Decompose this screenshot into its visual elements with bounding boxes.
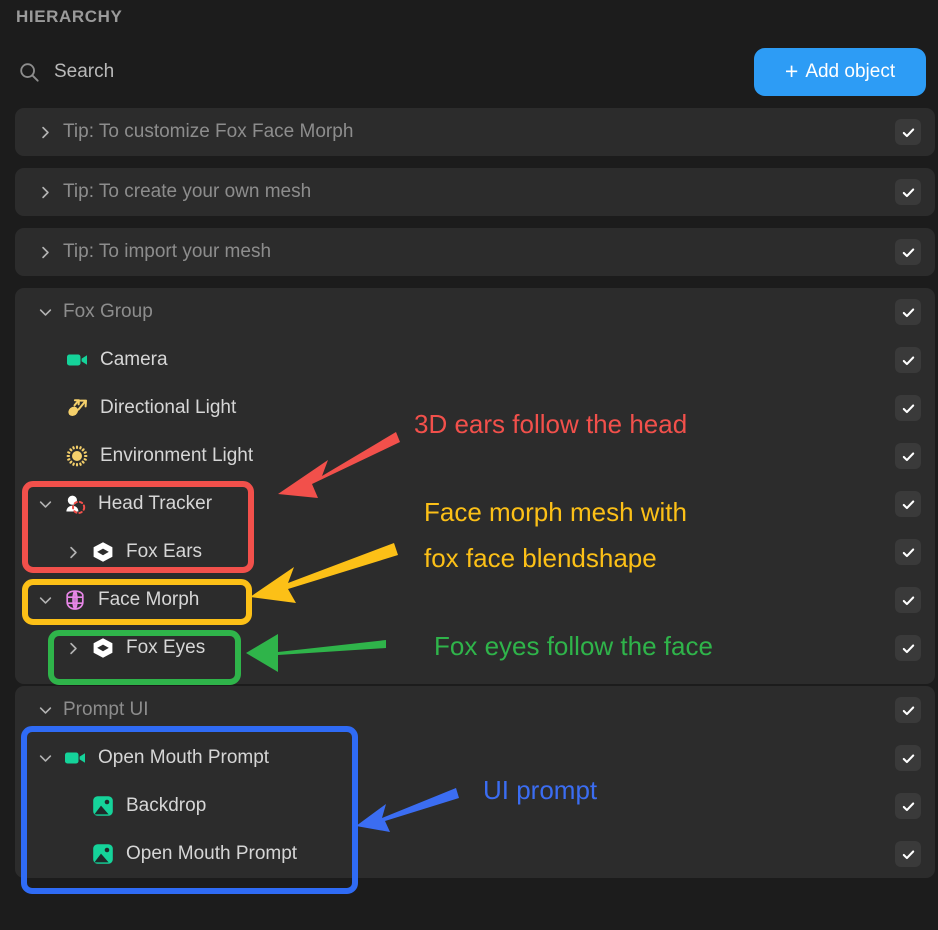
tree-item-label: Directional Light: [100, 397, 237, 418]
annotation-face-morph-line2: fox face blendshape: [424, 543, 657, 573]
visibility-checkbox[interactable]: [895, 395, 921, 421]
tree-item-label: Backdrop: [126, 795, 207, 816]
tree-item-open-mouth-prompt[interactable]: Open Mouth Prompt: [15, 830, 935, 878]
annotation-3d-ears: 3D ears follow the head: [414, 409, 688, 439]
tree-item-label: Environment Light: [100, 445, 254, 466]
tip-label: Tip: To create your own mesh: [63, 181, 312, 202]
plus-icon: +: [784, 57, 799, 84]
tree-item-backdrop[interactable]: Backdrop: [15, 782, 935, 830]
search-input[interactable]: Search: [18, 52, 114, 92]
environment-light-icon: [65, 444, 89, 468]
tree-item-label: Head Tracker: [98, 493, 213, 514]
visibility-checkbox[interactable]: [895, 635, 921, 661]
hierarchy-panel: HIERARCHY Search + Add object Tip: To cu…: [0, 0, 938, 930]
chevron-down-icon[interactable]: [39, 498, 52, 511]
chevron-right-icon[interactable]: [67, 642, 80, 655]
visibility-checkbox[interactable]: [895, 443, 921, 469]
tree-item-face-morph[interactable]: Face Morph: [15, 576, 935, 624]
search-placeholder: Search: [54, 61, 115, 82]
tip-row[interactable]: Tip: To create your own mesh: [15, 168, 935, 216]
chevron-right-icon[interactable]: [39, 246, 52, 259]
chevron-right-icon[interactable]: [39, 186, 52, 199]
tree-item-label: Open Mouth Prompt: [126, 843, 298, 864]
add-object-button[interactable]: + Add object: [754, 48, 926, 96]
camera-icon: [63, 746, 87, 770]
tree-item-label: Face Morph: [98, 589, 200, 610]
chevron-right-icon[interactable]: [39, 126, 52, 139]
visibility-checkbox[interactable]: [895, 841, 921, 867]
tree-item-label: Open Mouth Prompt: [98, 747, 270, 768]
visibility-checkbox[interactable]: [895, 491, 921, 517]
tree-item-prompt-ui[interactable]: Prompt UI: [15, 686, 935, 734]
tip-row[interactable]: Tip: To import your mesh: [15, 228, 935, 276]
visibility-checkbox[interactable]: [895, 119, 921, 145]
visibility-checkbox[interactable]: [895, 697, 921, 723]
annotation-fox-eyes: Fox eyes follow the face: [434, 631, 713, 661]
visibility-checkbox[interactable]: [895, 299, 921, 325]
tip-label: Tip: To customize Fox Face Morph: [63, 121, 354, 142]
tree-item-open-mouth-prompt-group[interactable]: Open Mouth Prompt: [15, 734, 935, 782]
visibility-checkbox[interactable]: [895, 179, 921, 205]
face-morph-icon: [63, 588, 87, 612]
visibility-checkbox[interactable]: [895, 745, 921, 771]
tip-row[interactable]: Tip: To customize Fox Face Morph: [15, 108, 935, 156]
chevron-down-icon[interactable]: [39, 594, 52, 607]
visibility-checkbox[interactable]: [895, 539, 921, 565]
image-icon: [91, 842, 115, 866]
fox-group-panel: Fox Group Camera Directional Light Envir…: [15, 288, 935, 684]
chevron-down-icon[interactable]: [39, 752, 52, 765]
camera-icon: [65, 348, 89, 372]
tree-item-fox-group[interactable]: Fox Group: [15, 288, 935, 336]
tree-item-label: Fox Eyes: [126, 637, 206, 658]
annotation-face-morph-line1: Face morph mesh with: [424, 497, 687, 527]
tree-item-label: Fox Group: [63, 301, 153, 322]
visibility-checkbox[interactable]: [895, 793, 921, 819]
tree-item-label: Camera: [100, 349, 168, 370]
chevron-right-icon[interactable]: [67, 546, 80, 559]
tree-item-camera[interactable]: Camera: [15, 336, 935, 384]
visibility-checkbox[interactable]: [895, 347, 921, 373]
chevron-down-icon[interactable]: [39, 704, 52, 717]
add-object-label: Add object: [805, 61, 896, 82]
search-icon: [18, 61, 40, 83]
directional-light-icon: [65, 396, 89, 420]
prompt-ui-panel: Prompt UI Open Mouth Prompt Backdrop Ope…: [15, 686, 935, 878]
chevron-down-icon[interactable]: [39, 306, 52, 319]
image-icon: [91, 794, 115, 818]
mesh-cube-icon: [91, 636, 115, 660]
visibility-checkbox[interactable]: [895, 239, 921, 265]
annotation-ui-prompt: UI prompt: [483, 775, 598, 805]
tree-item-label: Fox Ears: [126, 541, 203, 562]
tree-item-label: Prompt UI: [63, 699, 149, 720]
tip-label: Tip: To import your mesh: [63, 241, 272, 262]
head-tracker-icon: [63, 492, 87, 516]
visibility-checkbox[interactable]: [895, 587, 921, 613]
page-title: HIERARCHY: [16, 7, 123, 26]
mesh-cube-icon: [91, 540, 115, 564]
